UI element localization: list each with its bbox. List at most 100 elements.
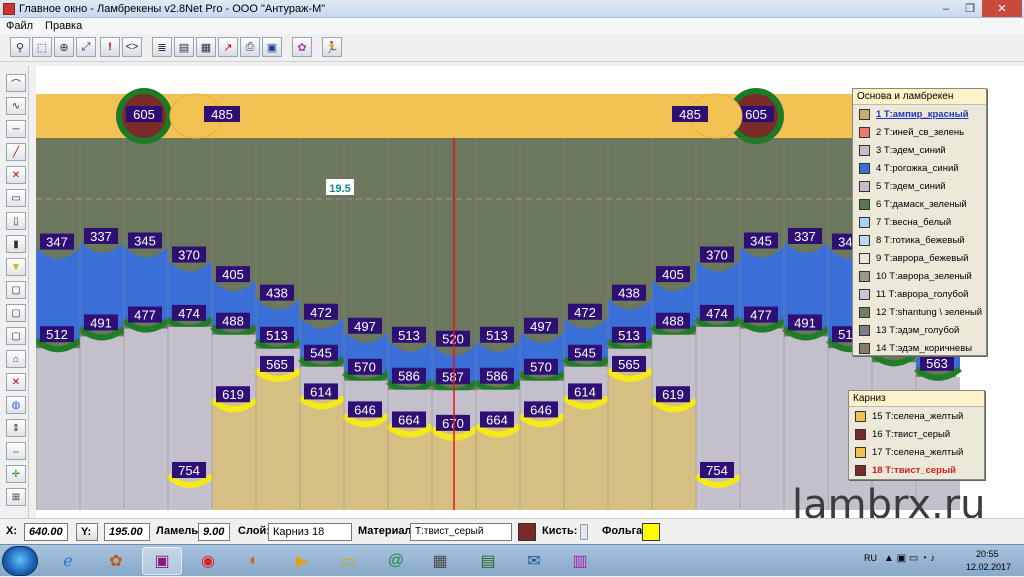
app-icon	[3, 2, 15, 15]
line-tool-icon[interactable]: ─	[6, 120, 26, 138]
catalog-app-icon[interactable]: ▥	[560, 547, 600, 575]
clock-time[interactable]: 20:55	[976, 549, 999, 559]
select-icon[interactable]: ⬚	[32, 37, 52, 57]
flower-icon[interactable]: ✿	[292, 37, 312, 57]
move-h-tool-icon[interactable]: ⇔	[6, 442, 26, 460]
material-color-swatch[interactable]	[518, 523, 536, 541]
save-icon[interactable]: ▣	[262, 37, 282, 57]
kisti-swatch[interactable]	[580, 524, 588, 540]
diagonal-tool-icon[interactable]: ╱	[6, 143, 26, 161]
legend-item[interactable]: 16 Т:твист_серый	[849, 425, 984, 443]
legend-label: 7 Т:весна_белый	[876, 216, 952, 228]
folga-color-swatch[interactable]	[642, 523, 660, 541]
legend-item[interactable]: 14 Т:эдэм_коричневы	[853, 339, 986, 357]
column-value-label-mid: 545	[574, 346, 596, 361]
drape2-tool-icon[interactable]: ▢	[6, 281, 26, 299]
legend-item[interactable]: 6 Т:дамаск_зеленый	[853, 195, 986, 213]
list-icon[interactable]: ≣	[152, 37, 172, 57]
lambreken-app-icon[interactable]: ▣	[142, 547, 182, 575]
wave-tool-icon[interactable]: ∿	[6, 97, 26, 115]
legend-item[interactable]: 2 Т:иней_св_зелень	[853, 123, 986, 141]
legend-label: 10 Т:аврора_зеленый	[876, 270, 972, 282]
minimize-button[interactable]: –	[934, 0, 958, 17]
print-icon[interactable]: ⎙	[240, 37, 260, 57]
legend-item[interactable]: 13 Т:эдэм_голубой	[853, 321, 986, 339]
column-value-label-low: 565	[266, 357, 288, 372]
legend-label: 14 Т:эдэм_коричневы	[876, 342, 973, 354]
arrows-icon[interactable]: <>	[122, 37, 142, 57]
monitor-app-icon[interactable]: ▤	[468, 547, 508, 575]
y-value-field[interactable]: 195.00	[104, 523, 150, 541]
legend-item[interactable]: 15 Т:селена_желтый	[849, 407, 984, 425]
column-value-label-mid: 491	[90, 315, 112, 330]
run-icon[interactable]: 🏃	[322, 37, 342, 57]
grid-tool-icon[interactable]: ✛	[6, 465, 26, 483]
chrome-icon[interactable]: ◉	[188, 547, 228, 575]
clock-date[interactable]: 12.02.2017	[966, 562, 1011, 572]
legend-item[interactable]: 17 Т:селена_желтый	[849, 443, 984, 461]
legend-item[interactable]: 9 Т:аврора_бежевый	[853, 249, 986, 267]
language-indicator[interactable]: RU	[864, 553, 877, 563]
curve-tool-icon[interactable]: ⌒	[6, 74, 26, 92]
chart-icon[interactable]: ▦	[196, 37, 216, 57]
globe-tool-icon[interactable]: ◍	[6, 396, 26, 414]
panel-tool-icon[interactable]: ▭	[6, 189, 26, 207]
legend-swatch	[859, 126, 870, 138]
split-tool-icon[interactable]: ⊞	[6, 488, 26, 506]
thunderbird-icon[interactable]: ✉	[514, 547, 554, 575]
legend-item[interactable]: 11 Т:аврора_голубой	[853, 285, 986, 303]
explorer-icon[interactable]: ▭	[328, 547, 368, 575]
menu-edit[interactable]: Правка	[39, 20, 88, 32]
media-player-icon[interactable]: ▶	[282, 547, 322, 575]
drape4-tool-icon[interactable]: ▢	[6, 327, 26, 345]
column-value-label-top: 497	[530, 319, 552, 334]
fit-icon[interactable]: ⤢	[76, 37, 96, 57]
legend-item[interactable]: 3 Т:эдем_синий	[853, 141, 986, 159]
delete-layer-tool-icon[interactable]: ✕	[6, 166, 26, 184]
mail-agent-icon[interactable]: @	[376, 547, 416, 575]
layer-value-field[interactable]: Карниз 18	[268, 523, 352, 541]
column-value-label-mid: 513	[266, 328, 288, 343]
legend-item[interactable]: 4 Т:рогожка_синий	[853, 159, 986, 177]
start-button[interactable]	[2, 546, 38, 576]
legend-item[interactable]: 1 Т:ампир_красный	[853, 105, 986, 123]
menu-file[interactable]: Файл	[0, 20, 39, 32]
tray-icons[interactable]: ▲ ▣ ▭ ◔ ♪	[884, 553, 935, 564]
material-value-field[interactable]: Т:твист_серый	[410, 523, 512, 541]
menu-bar: Файл Правка	[0, 18, 1024, 34]
legend-swatch	[855, 446, 866, 458]
bookmark-tool-icon[interactable]: ⌂	[6, 350, 26, 368]
legend-item[interactable]: 10 Т:аврора_зеленый	[853, 267, 986, 285]
column-value-label-mid: 570	[530, 360, 552, 375]
calculator-icon[interactable]: ▦	[420, 547, 460, 575]
drape-tool-icon[interactable]: ▼	[6, 258, 26, 276]
column-value-label-low: 565	[618, 357, 640, 372]
zoom-icon[interactable]: ⚲	[10, 37, 30, 57]
move-v-tool-icon[interactable]: ⇕	[6, 419, 26, 437]
delete-tool-icon[interactable]: ✕	[6, 373, 26, 391]
drape3-tool-icon[interactable]: ▢	[6, 304, 26, 322]
legend-item[interactable]: 5 Т:эдем_синий	[853, 177, 986, 195]
fox-app-icon[interactable]: ✿	[96, 547, 136, 575]
y-button[interactable]: Y:	[76, 523, 98, 541]
legend-item[interactable]: 8 Т:готика_бежевый	[853, 231, 986, 249]
fill-tool-icon[interactable]: ▮	[6, 235, 26, 253]
measure-icon[interactable]: ↗	[218, 37, 238, 57]
firefox-icon[interactable]: ◐	[234, 547, 274, 575]
lamel-value-field[interactable]: 9.00	[198, 523, 230, 541]
column-value-label-top: 513	[398, 328, 420, 343]
maximize-button[interactable]: ❐	[958, 0, 982, 17]
column-value-label-mid: 477	[750, 308, 772, 323]
legend-base-header: Основа и ламбрекен	[853, 89, 986, 105]
zoom-region-icon[interactable]: ⊕	[54, 37, 74, 57]
legend-item[interactable]: 18 Т:твист_серый	[849, 461, 984, 479]
warning-icon[interactable]: !	[100, 37, 120, 57]
close-button[interactable]: ✕	[982, 0, 1022, 17]
report-icon[interactable]: ▤	[174, 37, 194, 57]
legend-item[interactable]: 7 Т:весна_белый	[853, 213, 986, 231]
legend-item[interactable]: 12 Т:shantung \ зеленый	[853, 303, 986, 321]
x-value-field[interactable]: 640.00	[24, 523, 68, 541]
column-value-label-mid: 512	[46, 327, 68, 342]
ie-icon[interactable]: ℯ	[48, 547, 88, 575]
panel2-tool-icon[interactable]: ▯	[6, 212, 26, 230]
